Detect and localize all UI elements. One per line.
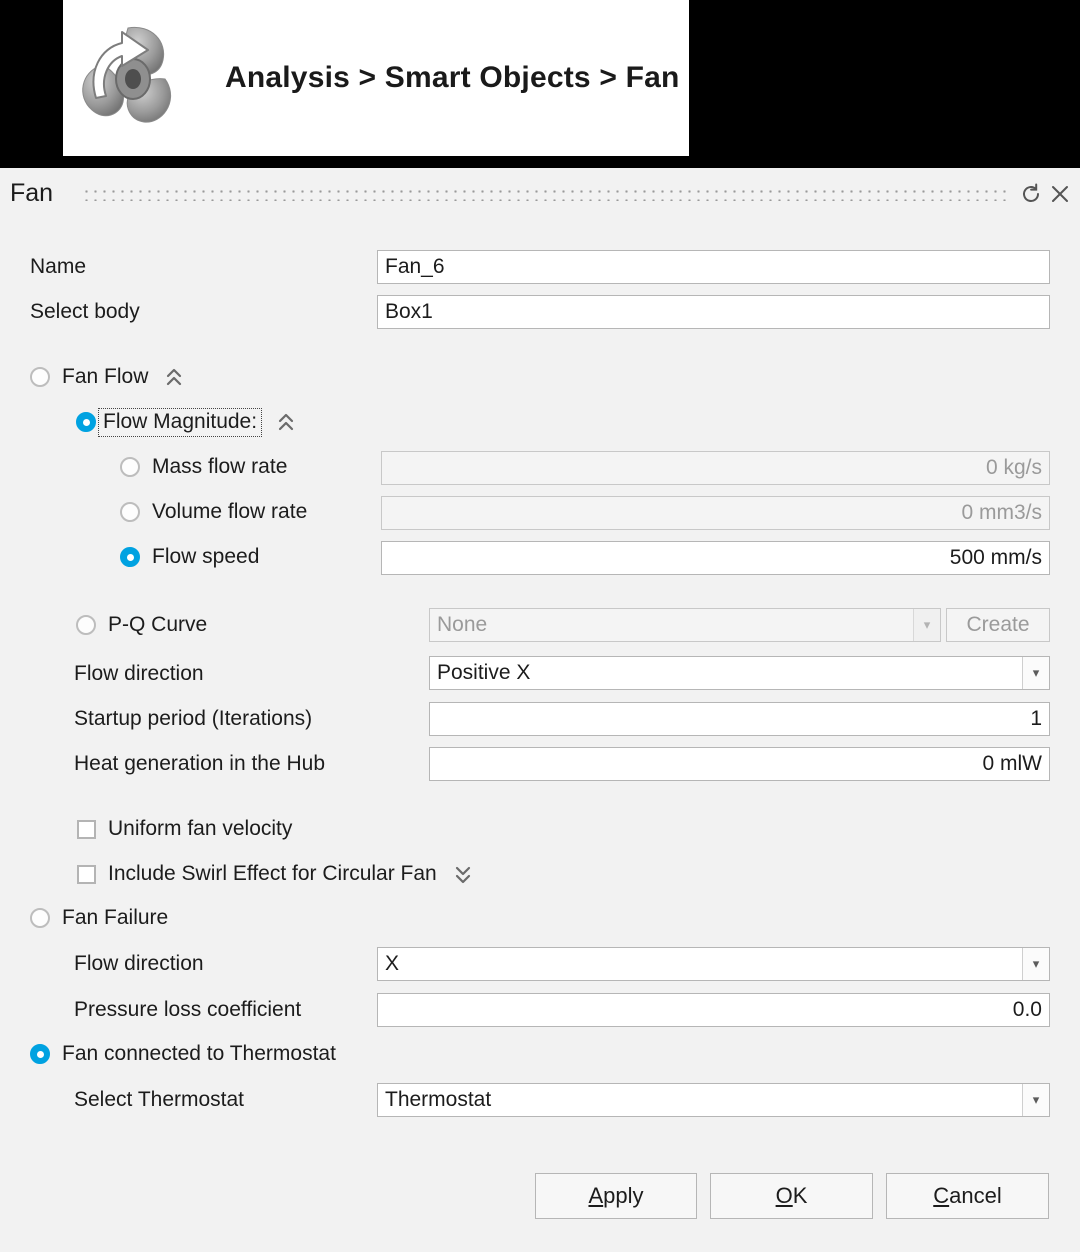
name-input[interactable]: Fan_6 [377,250,1050,284]
volume-flow-rate-value: 0 mm3/s [961,501,1042,524]
chevron-down-icon[interactable]: ▾ [1022,657,1049,689]
thermostat-label: Fan connected to Thermostat [62,1042,336,1065]
flow-direction-dropdown[interactable]: Positive X ▾ [429,656,1050,690]
chevron-double-up-icon[interactable] [276,411,296,433]
heat-generation-input[interactable]: 0 mlW [429,747,1050,781]
pq-curve-dropdown: None ▾ [429,608,941,642]
pq-curve-dropdown-value: None [437,613,488,636]
startup-period-value: 1 [1030,707,1042,730]
flow-speed-radio[interactable] [120,547,140,567]
flow-direction-label-row: Flow direction [74,657,204,691]
fan-failure-label: Fan Failure [62,906,169,929]
select-thermostat-label-row: Select Thermostat [74,1083,244,1117]
heat-generation-label-row: Heat generation in the Hub [74,747,325,781]
mass-flow-rate-input: 0 kg/s [381,451,1050,485]
uniform-fan-velocity-label: Uniform fan velocity [108,817,293,840]
swirl-effect-row[interactable]: Include Swirl Effect for Circular Fan [77,857,473,891]
pressure-loss-label-row: Pressure loss coefficient [74,993,301,1027]
select-body-input[interactable]: Box1 [377,295,1050,329]
startup-period-label-row: Startup period (Iterations) [74,702,312,736]
heat-generation-label: Heat generation in the Hub [74,752,326,775]
flow-magnitude-radio[interactable] [76,412,96,432]
startup-period-input[interactable]: 1 [429,702,1050,736]
pressure-loss-input[interactable]: 0.0 [377,993,1050,1027]
pq-curve-row[interactable]: P-Q Curve [76,608,207,642]
fan-flow-label: Fan Flow [62,365,149,388]
failure-flow-direction-label: Flow direction [74,952,204,975]
volume-flow-rate-radio[interactable] [120,502,140,522]
pq-curve-label: P-Q Curve [108,613,208,636]
thermostat-radio[interactable] [30,1044,50,1064]
fan-failure-radio[interactable] [30,908,50,928]
flow-magnitude-row[interactable]: Flow Magnitude: [76,405,296,439]
ok-button-mnemonic: O [775,1183,793,1208]
name-label-row: Name [30,250,86,284]
name-label: Name [30,255,87,278]
chevron-double-up-icon[interactable] [164,366,184,388]
heat-generation-value: 0 mlW [982,752,1043,775]
flow-speed-input[interactable]: 500 mm/s [381,541,1050,575]
flow-speed-row[interactable]: Flow speed [120,540,259,574]
create-button-label: Create [966,613,1030,636]
failure-flow-direction-label-row: Flow direction [74,947,204,981]
fan-flow-radio[interactable] [30,367,50,387]
header-banner: Analysis > Smart Objects > Fan [0,0,1080,168]
select-body-label-row: Select body [30,295,140,329]
mass-flow-rate-row[interactable]: Mass flow rate [120,450,287,484]
fan-flow-group-row[interactable]: Fan Flow [30,360,184,394]
chevron-down-icon[interactable]: ▾ [1022,1084,1049,1116]
flow-speed-value: 500 mm/s [949,546,1042,569]
cancel-button-label: ancel [949,1183,1002,1208]
uniform-fan-velocity-checkbox[interactable] [77,819,96,839]
fan-dialog: Fan Name Fan_6 Select body Box1 Fan Flow [0,168,1080,1252]
select-body-label: Select body [30,300,140,323]
flow-direction-value: Positive X [437,661,531,684]
flow-magnitude-label: Flow Magnitude: [98,407,263,437]
mass-flow-rate-value: 0 kg/s [985,456,1042,479]
name-input-value: Fan_6 [385,255,445,278]
thermostat-group-row[interactable]: Fan connected to Thermostat [30,1037,336,1071]
titlebar-grip-dots [82,185,1012,201]
pq-curve-radio[interactable] [76,615,96,635]
select-thermostat-value: Thermostat [385,1088,492,1111]
chevron-double-down-icon[interactable] [453,863,473,885]
swirl-effect-label: Include Swirl Effect for Circular Fan [108,862,437,885]
ok-button[interactable]: OK [710,1173,873,1219]
breadcrumb-card: Analysis > Smart Objects > Fan [63,0,689,156]
dialog-titlebar: Fan [0,168,1080,220]
flow-speed-label: Flow speed [152,545,260,568]
select-body-value: Box1 [385,300,433,323]
pressure-loss-label: Pressure loss coefficient [74,998,302,1021]
breadcrumb: Analysis > Smart Objects > Fan [225,61,680,94]
mass-flow-rate-label: Mass flow rate [152,455,288,478]
close-icon[interactable] [1048,182,1072,206]
ok-button-label: K [792,1183,808,1208]
mass-flow-rate-radio[interactable] [120,457,140,477]
volume-flow-rate-label: Volume flow rate [152,500,308,523]
failure-flow-direction-value: X [385,952,400,975]
select-thermostat-dropdown[interactable]: Thermostat ▾ [377,1083,1050,1117]
cancel-button[interactable]: Cancel [886,1173,1049,1219]
apply-button-mnemonic: A [588,1183,604,1208]
dialog-title: Fan [10,179,54,207]
reset-icon[interactable] [1019,182,1043,206]
chevron-down-icon[interactable]: ▾ [1022,948,1049,980]
volume-flow-rate-row[interactable]: Volume flow rate [120,495,307,529]
create-button: Create [946,608,1050,642]
cancel-button-mnemonic: C [933,1183,950,1208]
volume-flow-rate-input: 0 mm3/s [381,496,1050,530]
fan-failure-group-row[interactable]: Fan Failure [30,901,168,935]
uniform-fan-velocity-row[interactable]: Uniform fan velocity [77,812,292,846]
flow-direction-label: Flow direction [74,662,204,685]
select-thermostat-label: Select Thermostat [74,1088,245,1111]
pressure-loss-value: 0.0 [1012,998,1042,1021]
chevron-down-icon: ▾ [913,609,940,641]
swirl-effect-checkbox[interactable] [77,864,96,884]
fan-propeller-icon [70,16,180,141]
startup-period-label: Startup period (Iterations) [74,707,313,730]
apply-button-label: pply [603,1183,644,1208]
failure-flow-direction-dropdown[interactable]: X ▾ [377,947,1050,981]
apply-button[interactable]: Apply [535,1173,697,1219]
